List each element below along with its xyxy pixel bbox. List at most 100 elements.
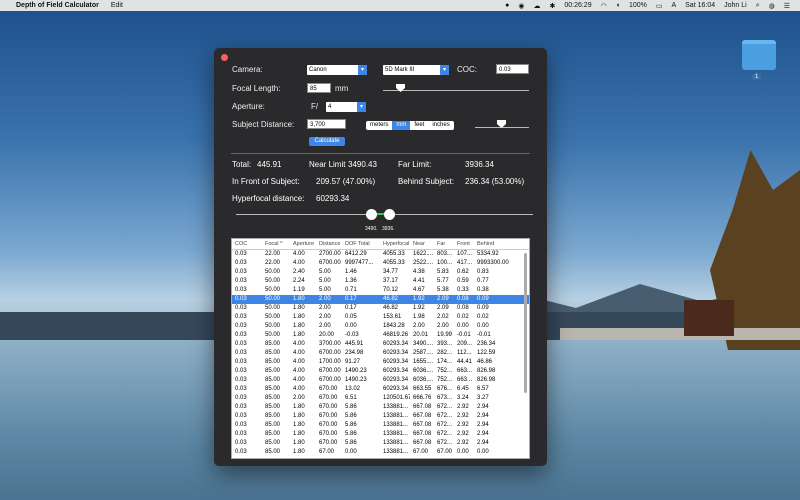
table-row[interactable]: 0.03 50.00 2.24 5.00 1.36 37.17 4.41 5.77 0.59 0.… xyxy=(232,277,529,286)
table-cell: 672... xyxy=(437,431,453,437)
table-row[interactable]: 0.03 50.00 2.40 5.00 1.46 34.77 4.38 5.83 0.62 0.… xyxy=(232,268,529,277)
table-cell: 22.00 xyxy=(265,260,281,266)
table-cell: 0.03 xyxy=(235,413,247,419)
table-row[interactable]: 0.03 50.00 1.80 2.00 0.05 153.61 1.98 2.02 0.02 0… xyxy=(232,313,529,322)
table-cell: 2.09 xyxy=(437,296,449,302)
unit-feet[interactable]: feet xyxy=(410,121,428,130)
aperture-select[interactable]: 4 ▾ xyxy=(326,102,366,112)
unit-meters[interactable]: meters xyxy=(366,121,392,130)
battery-percent[interactable]: 100% xyxy=(629,2,647,9)
cloud-icon[interactable]: ☁ xyxy=(533,2,540,10)
table-row[interactable]: 0.03 85.00 1.80 670.00 5.86 133881... 667.08 67… xyxy=(232,412,529,421)
header-distance[interactable]: Distance xyxy=(316,239,342,249)
app-menu[interactable]: Depth of Field Calculator xyxy=(16,2,99,9)
table-row[interactable]: 0.03 85.00 4.00 3700.00 445.91 60293.34 3490..… xyxy=(232,340,529,349)
header-hyperfocal[interactable]: Hyperfocal xyxy=(380,239,410,249)
timer-display[interactable]: 00:26:29 xyxy=(564,2,591,9)
desktop-folder-label[interactable]: 1 xyxy=(752,74,762,80)
table-row[interactable]: 0.03 50.00 1.80 2.00 0.17 46.82 1.92 2.09 0.08 0.… xyxy=(232,295,529,304)
focal-length-input[interactable]: 85 xyxy=(307,83,331,93)
table-row[interactable]: 0.03 85.00 4.00 1700.00 91.27 60293.34 1655...… xyxy=(232,358,529,367)
battery-icon[interactable]: ▭ xyxy=(656,2,663,10)
header-front[interactable]: Front xyxy=(454,239,474,249)
table-cell: 2700.00 xyxy=(319,251,341,257)
near-limit-knob[interactable] xyxy=(366,209,377,220)
focal-length-slider[interactable] xyxy=(383,90,529,91)
table-row[interactable]: 0.03 85.00 4.00 6700.00 1490.23 60293.34 6036.… xyxy=(232,367,529,376)
table-row[interactable]: 0.03 50.00 1.80 2.00 0.00 1843.28 2.00 2.00 0.00… xyxy=(232,322,529,331)
table-cell: 0.03 xyxy=(235,431,247,437)
header-behind[interactable]: Behind xyxy=(474,239,514,249)
table-cell: 667.08 xyxy=(413,431,432,437)
table-row[interactable]: 0.03 22.00 4.00 2700.00 6412.29 4055.33 1622..… xyxy=(232,250,529,259)
table-cell: 85.00 xyxy=(265,341,281,347)
table-row[interactable]: 0.03 85.00 1.80 670.00 5.86 133881... 667.08 67… xyxy=(232,421,529,430)
table-cell: 4.00 xyxy=(293,251,305,257)
table-row[interactable]: 0.03 85.00 4.00 6700.00 1490.23 60293.34 6036.… xyxy=(232,376,529,385)
table-cell: 22.00 xyxy=(265,251,281,257)
results-table[interactable]: COC Focal ^ Aperture Distance DOF Total … xyxy=(231,238,530,459)
table-cell: 0.83 xyxy=(477,269,489,275)
table-cell: 2.00 xyxy=(319,296,331,302)
table-row[interactable]: 0.03 50.00 1.80 20.00 -0.03 46819.26 20.01 19.9… xyxy=(232,331,529,340)
wechat-icon[interactable]: ◉ xyxy=(518,2,524,10)
desktop-folder-icon[interactable] xyxy=(742,40,776,70)
search-icon[interactable]: ⌕ xyxy=(756,2,760,10)
table-cell: 5.86 xyxy=(345,413,357,419)
table-cell: 85.00 xyxy=(265,395,281,401)
wifi-icon[interactable]: ◠ xyxy=(601,2,607,10)
header-aperture[interactable]: Aperture xyxy=(290,239,316,249)
table-row[interactable]: 0.03 50.00 1.19 5.00 0.71 70.12 4.67 5.38 0.33 0.… xyxy=(232,286,529,295)
camera-brand-select[interactable]: Canon ▾ xyxy=(307,65,367,75)
table-row[interactable]: 0.03 85.00 4.00 670.00 13.02 60293.34 663.55 67… xyxy=(232,385,529,394)
header-far[interactable]: Far xyxy=(434,239,454,249)
table-row[interactable]: 0.03 50.00 1.80 2.00 0.17 46.82 1.92 2.09 0.08 0.… xyxy=(232,304,529,313)
table-scrollbar[interactable] xyxy=(524,253,527,393)
clock[interactable]: Sat 16:04 xyxy=(685,2,715,9)
far-limit-knob[interactable] xyxy=(384,209,395,220)
table-cell: 1.98 xyxy=(413,314,425,320)
table-cell: 100... xyxy=(437,260,453,266)
table-cell: 1.80 xyxy=(293,449,305,455)
table-row[interactable]: 0.03 85.00 1.80 670.00 5.86 133881... 667.08 67… xyxy=(232,430,529,439)
table-cell: 4055.33 xyxy=(383,260,405,266)
calculate-button[interactable]: Calculate xyxy=(309,137,345,146)
table-cell: 67.00 xyxy=(410,457,434,458)
siri-icon[interactable]: ◍ xyxy=(769,2,775,10)
table-row[interactable]: 0.03 85.00 1.80 670.00 5.86 133881... 667.08 67… xyxy=(232,403,529,412)
table-row[interactable]: 0.0385.001.8067.000.00133881...67.0067.0… xyxy=(232,448,529,457)
camera-model-select[interactable]: 5D Mark III ▾ xyxy=(383,65,449,75)
unit-mm[interactable]: mm xyxy=(392,121,411,130)
menu-edit[interactable]: Edit xyxy=(111,2,123,9)
table-row[interactable]: 0.03 85.00 4.00 6700.00 234.98 60293.34 2587..… xyxy=(232,349,529,358)
table-row[interactable]: 0.0385.001.8067.000.00133881...67.0067.0… xyxy=(232,457,529,458)
unit-segmented-control[interactable]: meters mm feet inches xyxy=(366,121,454,130)
evernote-icon[interactable]: ● xyxy=(505,2,509,9)
header-focal[interactable]: Focal ^ xyxy=(262,239,290,249)
header-coc[interactable]: COC xyxy=(232,239,262,249)
header-near[interactable]: Near xyxy=(410,239,434,249)
unit-inches[interactable]: inches xyxy=(428,121,453,130)
close-window-button[interactable] xyxy=(221,54,228,61)
header-dof-total[interactable]: DOF Total xyxy=(342,239,380,249)
table-cell: 1.46 xyxy=(345,269,357,275)
subject-distance-input[interactable]: 3,700 xyxy=(307,119,346,129)
table-cell: 667.08 xyxy=(413,404,432,410)
bluetooth-icon[interactable]: ✱ xyxy=(549,2,555,10)
table-cell: 37.17 xyxy=(383,278,399,284)
table-cell: 85.00 xyxy=(265,449,281,455)
volume-icon[interactable]: ◖ xyxy=(616,2,620,9)
table-cell: 60293.34 xyxy=(383,368,409,374)
user-name[interactable]: John Li xyxy=(724,2,747,9)
table-row[interactable]: 0.03 85.00 1.80 670.00 5.86 133881... 667.08 67… xyxy=(232,439,529,448)
chevron-down-icon: ▾ xyxy=(358,65,367,75)
table-cell: 67.00 xyxy=(316,457,342,458)
table-row[interactable]: 0.03 22.00 4.00 6700.00 9997477... 4055.33 252… xyxy=(232,259,529,268)
notification-center-icon[interactable]: ☰ xyxy=(784,2,790,10)
coc-input[interactable]: 0.03 xyxy=(496,64,529,74)
table-cell: 6.57 xyxy=(477,386,489,392)
input-source-icon[interactable]: A xyxy=(671,2,676,9)
table-row[interactable]: 0.03 85.00 2.00 670.00 6.51 120501.67 666.76 67… xyxy=(232,394,529,403)
divider xyxy=(231,153,530,154)
table-cell: 1.92 xyxy=(413,296,425,302)
